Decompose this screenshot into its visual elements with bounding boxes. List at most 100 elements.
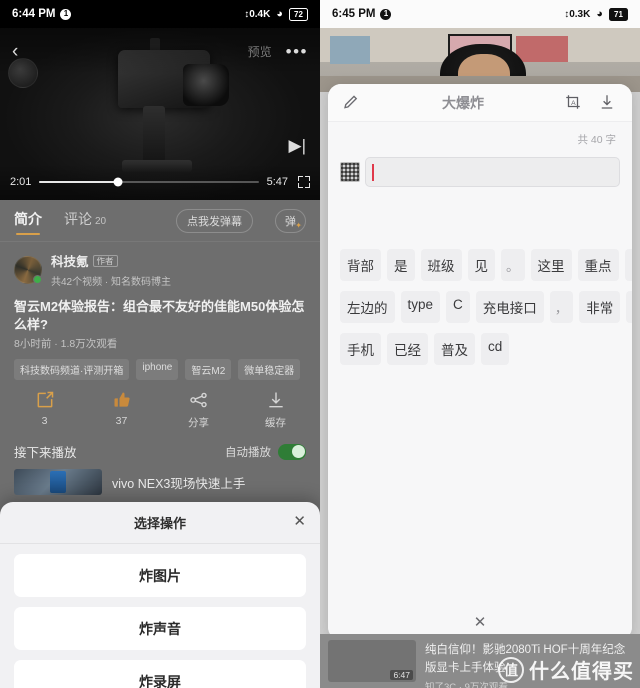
verified-badge-icon (33, 274, 42, 284)
action-sheet-title: 选择操作 (133, 516, 186, 531)
text-caret (372, 163, 374, 181)
share-box-icon (35, 390, 55, 410)
list-item[interactable]: vivo NEX3现场快速上手 (0, 465, 320, 499)
card-title: 大爆炸 (442, 94, 484, 111)
action-download[interactable]: 缓存 (237, 390, 314, 430)
gimbal-grip-graphic (143, 106, 165, 162)
action-label: 37 (115, 415, 128, 428)
play-next-icon[interactable]: ▶| (289, 136, 307, 156)
video-controls: 2:01 5:47 (0, 164, 320, 200)
battery-icon: 71 (609, 7, 628, 21)
word-chip[interactable]: cd (481, 333, 510, 365)
sheet-option-image[interactable]: 炸图片 (14, 554, 306, 597)
word-chip[interactable]: 已经 (387, 333, 428, 365)
search-input[interactable] (365, 157, 620, 187)
upnext-header: 接下来播放 自动播放 (0, 436, 320, 465)
close-icon[interactable]: ✕ (293, 514, 306, 529)
word-chip[interactable]: ， (549, 291, 574, 323)
status-bar-right: 6:45 PM 1 ↕0.3K ◕ 71 (320, 0, 640, 28)
sparkle-icon: ✦ (295, 220, 302, 230)
status-left-group: 6:44 PM 1 (12, 8, 72, 20)
share-nodes-icon (189, 390, 209, 410)
action-label: 分享 (188, 417, 209, 430)
tag-chip[interactable]: 微单稳定器 (238, 359, 301, 381)
keyboard-grid-icon[interactable] (340, 162, 360, 182)
network-speed: ↕0.4K (244, 8, 271, 20)
phone-graphic (50, 471, 66, 494)
background-video-list-item: 6:47 纯白信仰！影驰2080Ti HOF十周年纪念版显卡上手体验 知了3C … (320, 634, 640, 688)
background-video-frame (320, 28, 640, 92)
video-top-bar: ‹ 预览 ••• (0, 28, 320, 74)
svg-text:A: A (571, 100, 576, 107)
chip-row: 背部 是 班级 见 。 这里 重点 说一下 (340, 249, 632, 281)
danmaku-toggle-button[interactable]: 弹 ✦ (275, 208, 306, 233)
word-chip[interactable]: 这里 (530, 249, 572, 281)
smzdm-logo-icon: 值 (498, 656, 524, 683)
tab-intro-label: 简介 (14, 211, 42, 227)
action-share-box[interactable]: 3 (6, 390, 83, 430)
word-chip[interactable]: 重点 (577, 249, 619, 281)
status-left-group: 6:45 PM 1 (332, 8, 392, 20)
status-time: 6:45 PM (332, 8, 376, 20)
tab-intro[interactable]: 简介 (14, 209, 42, 235)
detail-tabbar: 简介 评论 20 点我发弹幕 弹 ✦ (0, 200, 320, 242)
text-crop-icon[interactable]: A (564, 93, 584, 113)
word-chip[interactable]: 手机 (340, 333, 381, 365)
avatar[interactable] (14, 255, 42, 284)
action-bar: 3 37 分享 缓存 (0, 380, 320, 436)
tag-chip[interactable]: 智云M2 (185, 359, 232, 381)
word-chip[interactable]: 充电接口 (475, 291, 544, 323)
word-chip[interactable]: 说一下 (624, 249, 632, 281)
fullscreen-icon[interactable] (298, 176, 310, 188)
tag-chip[interactable]: iphone (136, 359, 179, 381)
status-right-group: ↕0.3K ◕ 71 (564, 7, 628, 21)
action-like[interactable]: 37 (83, 390, 160, 430)
status-bar-left: 6:44 PM 1 ↕0.4K ◕ 72 (0, 0, 320, 28)
author-row[interactable]: 科技氪 作者 共42个视频 · 知名数码博主 (0, 242, 320, 294)
word-chip[interactable]: 见 (467, 249, 495, 281)
card-header: 大爆炸 A (328, 84, 632, 122)
wifi-icon: ◕ (596, 7, 603, 20)
close-icon[interactable]: ✕ (474, 613, 487, 631)
sheet-option-screenrecord[interactable]: 炸录屏 (14, 660, 306, 688)
word-chip[interactable]: 好评 (626, 291, 632, 323)
word-chip[interactable]: 是 (387, 249, 415, 281)
left-phone-screen: 6:44 PM 1 ↕0.4K ◕ 72 ‹ 预览 ••• ▶| 2:01 5:… (0, 0, 320, 688)
word-chip-area: 背部 是 班级 见 。 这里 重点 说一下 左边的 type C 充电接口 ， … (328, 187, 632, 365)
send-danmaku-button[interactable]: 点我发弹幕 (176, 208, 253, 233)
network-speed: ↕0.3K (564, 8, 591, 20)
tag-chip[interactable]: 科技数码频道·评测开箱 (14, 359, 130, 381)
wifi-icon: ◕ (276, 7, 283, 20)
more-horizontal-icon[interactable]: ••• (286, 43, 308, 60)
progress-slider[interactable] (39, 177, 259, 187)
sheet-option-audio[interactable]: 炸声音 (14, 607, 306, 650)
screenshot-root: 6:44 PM 1 ↕0.4K ◕ 72 ‹ 预览 ••• ▶| 2:01 5:… (0, 0, 640, 688)
video-thumbnail[interactable]: 6:47 (328, 640, 416, 682)
action-sheet: 选择操作 ✕ 炸图片 炸声音 炸录屏 (0, 502, 320, 688)
autoplay-label: 自动播放 (225, 446, 271, 459)
status-time: 6:44 PM (12, 8, 56, 20)
smzdm-watermark: 值 什么值得买 (498, 655, 634, 684)
word-chip[interactable]: 班级 (420, 249, 462, 281)
word-chip[interactable]: C (446, 291, 470, 323)
author-name-line: 科技氪 作者 (51, 251, 171, 271)
action-share[interactable]: 分享 (160, 390, 237, 430)
tab-comments[interactable]: 评论 20 (64, 209, 106, 232)
poster-graphic (516, 36, 568, 62)
status-right-group: ↕0.4K ◕ 72 (244, 7, 308, 21)
pencil-icon[interactable] (342, 93, 362, 113)
video-player[interactable]: ‹ 预览 ••• ▶| 科技数码频道·评测开箱 2:01 5:47 (0, 28, 320, 200)
word-chip[interactable]: 左边的 (340, 291, 395, 323)
next-video-title: vivo NEX3现场快速上手 (112, 476, 246, 491)
word-count: 共 40 字 (577, 134, 616, 146)
word-chip[interactable]: type (400, 291, 441, 323)
autoplay-toggle[interactable] (278, 443, 306, 460)
action-label: 缓存 (265, 417, 286, 430)
progress-knob[interactable] (113, 177, 123, 187)
word-chip[interactable]: 普及 (434, 333, 475, 365)
word-chip[interactable]: 。 (501, 249, 525, 281)
download-icon[interactable] (598, 93, 618, 113)
word-chip[interactable]: 非常 (579, 291, 621, 323)
back-arrow-icon[interactable]: ‹ (12, 42, 18, 61)
word-chip[interactable]: 背部 (340, 249, 381, 281)
